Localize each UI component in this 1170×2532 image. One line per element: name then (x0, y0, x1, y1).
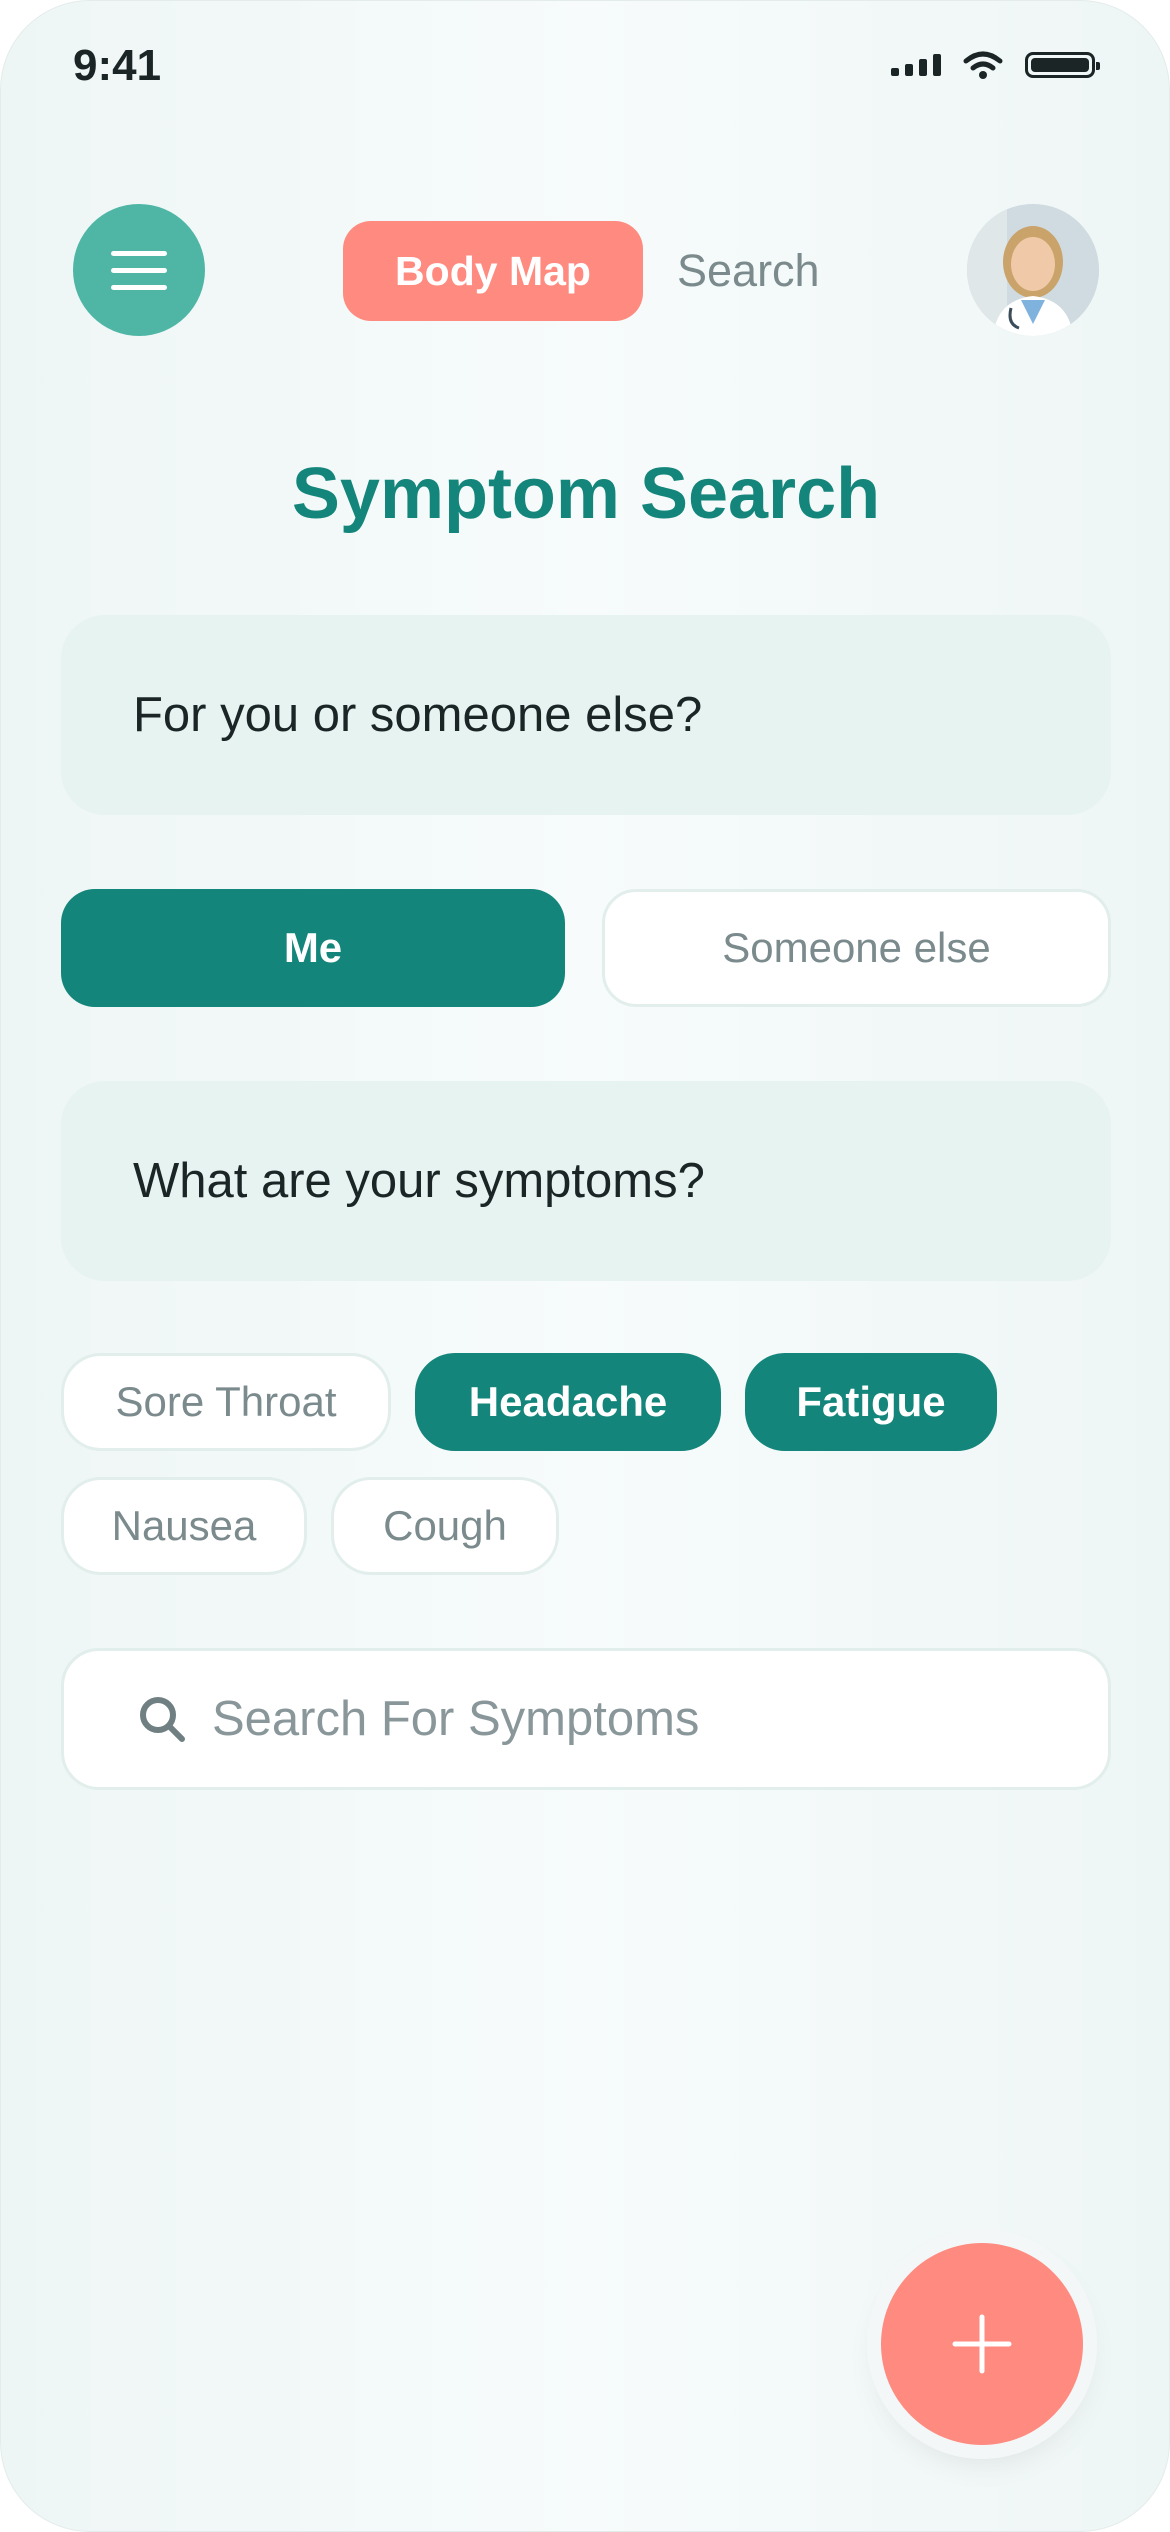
question-card-symptoms: What are your symptoms? (61, 1081, 1111, 1281)
wifi-icon (963, 51, 1003, 79)
plus-icon (952, 2314, 1012, 2374)
hamburger-icon-line (111, 267, 167, 273)
tab-search[interactable]: Search (677, 221, 820, 321)
symptom-chip-cough[interactable]: Cough (331, 1477, 559, 1575)
question-symptoms-text: What are your symptoms? (133, 1154, 705, 1208)
add-button[interactable] (881, 2243, 1083, 2445)
status-time: 9:41 (73, 41, 162, 90)
cellular-signal-icon (891, 54, 941, 76)
symptom-chip-fatigue[interactable]: Fatigue (745, 1353, 997, 1451)
tab-body-map[interactable]: Body Map (343, 221, 643, 321)
symptom-chip-nausea[interactable]: Nausea (61, 1477, 307, 1575)
phone-screen: 9:41 Body Map Search Symptom Search For … (0, 0, 1170, 2532)
avatar-image (967, 204, 1099, 336)
choice-me-button[interactable]: Me (61, 889, 565, 1007)
symptom-search-field[interactable] (61, 1648, 1111, 1790)
search-icon (140, 1697, 185, 1742)
battery-icon (1025, 52, 1100, 78)
question-card-who: For you or someone else? (61, 615, 1111, 815)
menu-button[interactable] (73, 204, 205, 336)
status-icons (891, 51, 1100, 79)
doctor-avatar[interactable] (967, 204, 1099, 336)
choice-someone-else-button[interactable]: Someone else (602, 889, 1111, 1007)
search-input[interactable] (210, 1690, 1034, 1748)
symptom-chip-headache[interactable]: Headache (415, 1353, 721, 1451)
question-who-text: For you or someone else? (133, 688, 703, 742)
page-title: Symptom Search (291, 454, 881, 534)
hamburger-icon-line (111, 250, 167, 256)
hamburger-icon-line (111, 284, 167, 290)
symptom-chip-sore-throat[interactable]: Sore Throat (61, 1353, 391, 1451)
